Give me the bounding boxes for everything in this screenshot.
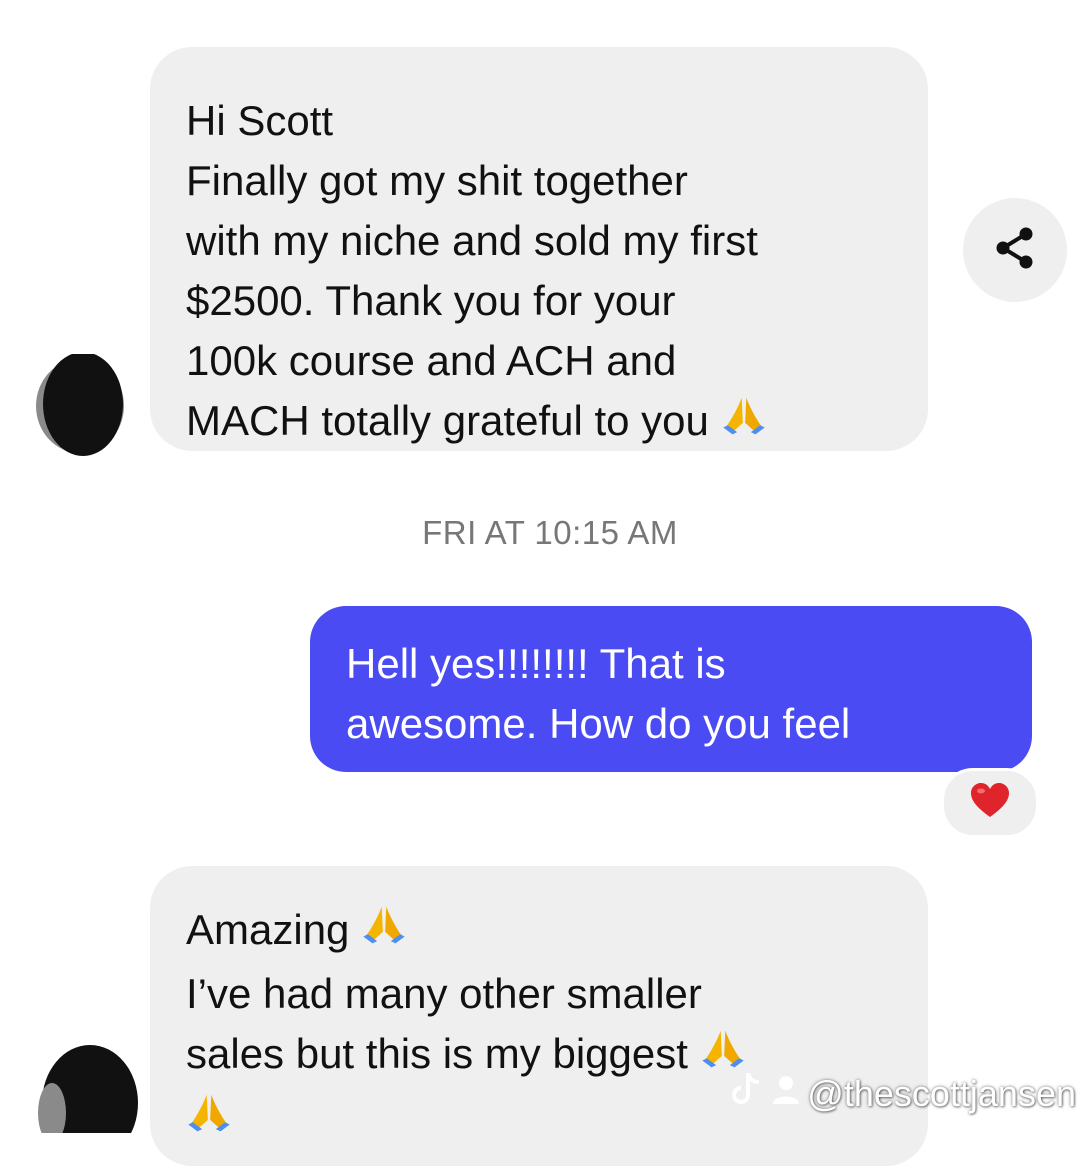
message-line: Hell yes!!!!!!!! That is [346,640,726,687]
message-line: 100k course and ACH and [186,337,677,384]
tiktok-logo [731,1071,765,1116]
contact-avatar[interactable] [30,1043,140,1161]
message-line: I’ve had many other smaller [186,970,702,1017]
heart-reaction[interactable] [941,768,1039,838]
message-line: with my niche and sold my first [186,217,758,264]
message-line: Finally got my shit together [186,157,688,204]
incoming-message-bubble[interactable]: Hi Scott Finally got my shit together wi… [150,47,928,451]
watermark-handle: @thescottjansen [807,1072,1076,1114]
incoming-message-bubble[interactable]: Amazing I’ve had many other smaller sale… [150,866,928,1166]
message-line: awesome. How do you feel [346,700,851,747]
contact-avatar[interactable] [30,352,130,469]
heart-emoji [970,782,1010,824]
folded-hands-emoji [361,902,407,964]
folded-hands-emoji [721,393,767,455]
outgoing-message-bubble[interactable]: Hell yes!!!!!!!! That is awesome. How do… [310,606,1032,772]
share-icon [992,225,1038,276]
share-button[interactable] [963,198,1067,302]
message-timestamp: FRI AT 10:15 AM [422,514,678,551]
tiktok-watermark: @thescottjansen [731,1071,1076,1116]
message-line: sales but this is my biggest [186,1030,688,1077]
message-line: Amazing [186,906,350,953]
message-line: Hi Scott [186,97,334,144]
message-line: $2500. Thank you for your [186,277,676,324]
profile-icon [771,1073,801,1115]
folded-hands-emoji [186,1090,232,1152]
message-line: MACH totally grateful to you [186,397,709,444]
